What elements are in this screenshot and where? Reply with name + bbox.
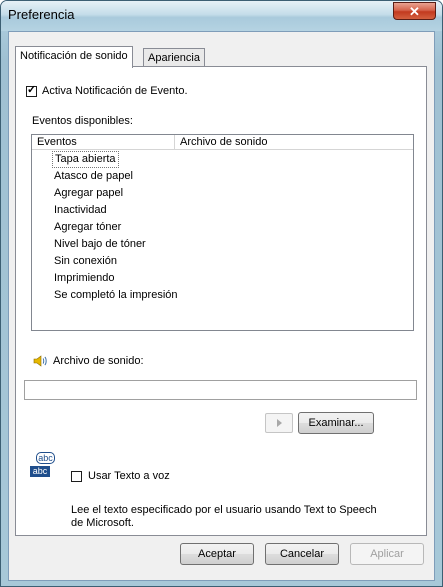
- list-item[interactable]: Se completó la impresión: [52, 287, 180, 304]
- browse-button[interactable]: Examinar...: [298, 412, 374, 434]
- list-item[interactable]: Imprimiendo: [52, 270, 117, 287]
- tab-notificacion-de-sonido[interactable]: Notificación de sonido: [15, 46, 133, 68]
- title-bar[interactable]: Preferencia ✕: [1, 1, 442, 31]
- use-tts-checkbox[interactable]: [71, 471, 82, 482]
- tab-label: Notificación de sonido: [20, 50, 128, 62]
- list-item[interactable]: Agregar tóner: [52, 219, 123, 236]
- text-block-icon: abc: [30, 466, 50, 477]
- events-list-header: Eventos Archivo de sonido: [32, 135, 413, 150]
- window-title: Preferencia: [8, 7, 75, 22]
- tab-label: Apariencia: [148, 52, 200, 64]
- list-item[interactable]: Tapa abierta: [52, 151, 119, 168]
- list-item[interactable]: Atasco de papel: [52, 168, 135, 185]
- sound-file-input[interactable]: [24, 380, 417, 400]
- apply-button[interactable]: Aplicar: [350, 543, 424, 565]
- text-to-speech-icon: abc abc: [30, 452, 56, 478]
- play-sound-button[interactable]: [265, 413, 293, 433]
- events-section-label: Eventos disponibles:: [32, 115, 133, 127]
- cancel-button[interactable]: Cancelar: [265, 543, 339, 565]
- use-tts-label: Usar Texto a voz: [88, 470, 170, 482]
- column-header-eventos[interactable]: Eventos: [32, 135, 175, 149]
- list-item[interactable]: Agregar papel: [52, 185, 125, 202]
- tab-panel: ✓ Activa Notificación de Evento. Eventos…: [15, 66, 427, 536]
- events-listview[interactable]: Eventos Archivo de sonido Tapa abierta A…: [31, 134, 414, 331]
- close-icon: ✕: [409, 4, 420, 19]
- dialog-client-area: Notificación de sonido Apariencia ✓ Acti…: [8, 31, 435, 581]
- list-item[interactable]: Inactividad: [52, 202, 109, 219]
- tts-description-line2: de Microsoft.: [71, 517, 134, 529]
- column-header-archivo-de-sonido[interactable]: Archivo de sonido: [175, 135, 413, 149]
- speaker-icon: [32, 353, 48, 372]
- play-icon: [277, 419, 282, 427]
- tab-apariencia[interactable]: Apariencia: [143, 48, 205, 67]
- dialog-window: Preferencia ✕ Notificación de sonido Apa…: [0, 0, 443, 587]
- enable-notification-checkbox[interactable]: ✓: [26, 84, 37, 97]
- accept-button[interactable]: Aceptar: [180, 543, 254, 565]
- list-item[interactable]: Nivel bajo de tóner: [52, 236, 148, 253]
- checkmark-icon: ✓: [27, 84, 37, 96]
- close-button[interactable]: ✕: [393, 2, 436, 20]
- speech-bubble-icon: abc: [36, 452, 55, 464]
- tts-description-line1: Lee el texto especificado por el usuario…: [71, 504, 377, 516]
- sound-file-label: Archivo de sonido:: [53, 355, 144, 367]
- enable-notification-label: Activa Notificación de Evento.: [42, 85, 188, 97]
- list-item[interactable]: Sin conexión: [52, 253, 119, 270]
